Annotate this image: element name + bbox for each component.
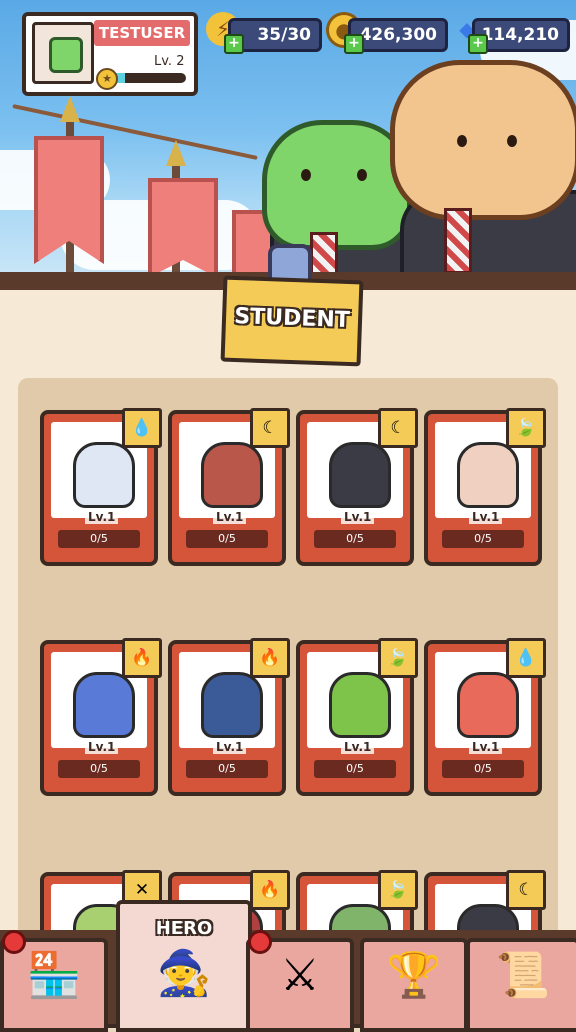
student-character-icon bbox=[329, 672, 391, 738]
player-name: TESTUSER bbox=[94, 20, 190, 46]
student-card[interactable]: Lv.1 0/5 💧 bbox=[424, 638, 546, 796]
student-card[interactable]: Lv.1 0/5 🔥 bbox=[168, 638, 290, 796]
shard-count: 0/5 bbox=[58, 530, 140, 548]
shard-count: 0/5 bbox=[314, 530, 396, 548]
shard-count: 0/5 bbox=[314, 760, 396, 778]
eye bbox=[301, 169, 311, 181]
student-character-icon bbox=[201, 672, 263, 738]
frog-avatar-icon bbox=[49, 37, 83, 73]
leaf-element-icon: 🍃 bbox=[506, 408, 546, 448]
shard-count: 0/5 bbox=[442, 760, 524, 778]
student-character-icon bbox=[329, 442, 391, 508]
student-character-icon bbox=[457, 442, 519, 508]
fire-element-icon: 🔥 bbox=[122, 638, 162, 678]
student-level: Lv.1 bbox=[85, 740, 119, 754]
leaf-element-icon: 🍃 bbox=[378, 870, 418, 910]
fire-element-icon: 🔥 bbox=[250, 870, 290, 910]
student-level: Lv.1 bbox=[469, 740, 503, 754]
student-level: Lv.1 bbox=[213, 510, 247, 524]
add-gold-button[interactable]: + bbox=[344, 34, 364, 54]
student-level: Lv.1 bbox=[469, 510, 503, 524]
notification-dot bbox=[248, 930, 272, 954]
eye bbox=[357, 169, 367, 181]
moon-element-icon: ☾ bbox=[506, 870, 546, 910]
nav-hero-button[interactable]: HERO 🧙 bbox=[116, 900, 252, 1032]
student-character-icon bbox=[73, 672, 135, 738]
section-title: STUDENT bbox=[233, 303, 351, 334]
equipment-icon: ⚔ bbox=[280, 950, 320, 1001]
student-level: Lv.1 bbox=[341, 510, 375, 524]
nav-quests-button[interactable]: 📜 bbox=[466, 938, 576, 1032]
eye bbox=[457, 135, 467, 147]
shard-count: 0/5 bbox=[442, 530, 524, 548]
student-level: Lv.1 bbox=[213, 740, 247, 754]
student-card[interactable]: Lv.1 0/5 🔥 bbox=[40, 638, 162, 796]
student-card[interactable]: Lv.1 0/5 🍃 bbox=[296, 638, 418, 796]
star-icon: ★ bbox=[96, 68, 118, 90]
player-profile[interactable]: TESTUSER Lv. 2 ★ bbox=[22, 12, 198, 96]
leaf-element-icon: 🍃 bbox=[378, 638, 418, 678]
fire-element-icon: 🔥 bbox=[250, 638, 290, 678]
water-element-icon: 💧 bbox=[506, 638, 546, 678]
rewards-icon: 🏆 bbox=[386, 950, 442, 1001]
water-element-icon: 💧 bbox=[122, 408, 162, 448]
student-card[interactable]: Lv.1 0/5 🍃 bbox=[424, 408, 546, 566]
student-level: Lv.1 bbox=[341, 740, 375, 754]
fox-tie bbox=[444, 208, 472, 274]
pole-tip bbox=[166, 140, 186, 166]
student-card[interactable]: Lv.1 0/5 ☾ bbox=[168, 408, 290, 566]
add-energy-button[interactable]: + bbox=[224, 34, 244, 54]
xp-bar bbox=[110, 73, 186, 83]
add-gems-button[interactable]: + bbox=[468, 34, 488, 54]
shard-count: 0/5 bbox=[186, 530, 268, 548]
student-level: Lv.1 bbox=[85, 510, 119, 524]
shard-count: 0/5 bbox=[186, 760, 268, 778]
avatar bbox=[32, 22, 94, 84]
shop-icon: 🏪 bbox=[26, 950, 82, 1001]
student-card[interactable]: Lv.1 0/5 💧 bbox=[40, 408, 162, 566]
eye bbox=[507, 135, 517, 147]
nav-rewards-button[interactable]: 🏆 bbox=[360, 938, 468, 1032]
student-character-icon bbox=[201, 442, 263, 508]
student-character-icon bbox=[73, 442, 135, 508]
nav-label: HERO bbox=[155, 918, 213, 939]
quests-icon: 📜 bbox=[495, 950, 551, 1001]
hero-icon: 🧙 bbox=[156, 948, 212, 999]
moon-element-icon: ☾ bbox=[250, 408, 290, 448]
player-level: Lv. 2 bbox=[154, 54, 185, 69]
moon-element-icon: ☾ bbox=[378, 408, 418, 448]
fox-character bbox=[390, 60, 576, 220]
student-card[interactable]: Lv.1 0/5 ☾ bbox=[296, 408, 418, 566]
pole-tip bbox=[60, 96, 80, 122]
student-character-icon bbox=[457, 672, 519, 738]
shard-count: 0/5 bbox=[58, 760, 140, 778]
notification-dot bbox=[2, 930, 26, 954]
section-title-tag: STUDENT bbox=[220, 275, 364, 367]
